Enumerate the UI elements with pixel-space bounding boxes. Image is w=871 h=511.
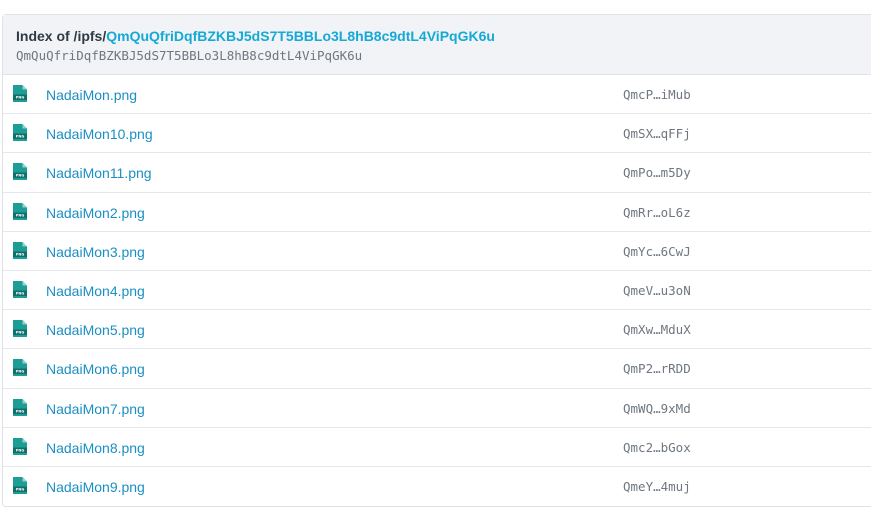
file-hash: QmeV…u3oN xyxy=(623,282,691,298)
root-cid: QmQuQfriDqfBZKBJ5dS7T5BBLo3L8hB8c9dtL4Vi… xyxy=(16,48,363,63)
png-file-icon[interactable]: PNG xyxy=(13,85,27,102)
file-name-link[interactable]: NadaiMon9.png xyxy=(46,478,145,496)
svg-text:PNG: PNG xyxy=(16,213,25,217)
png-file-icon[interactable]: PNG xyxy=(13,398,27,416)
index-title: Index of /ipfs/QmQuQfriDqfBZKBJ5dS7T5BBL… xyxy=(16,27,871,45)
file-list: PNG NadaiMon.png QmcP…iMub PNG NadaiMon10.pn… xyxy=(3,75,871,506)
png-file-icon[interactable]: PNG xyxy=(13,320,27,338)
png-file-icon[interactable]: PNG xyxy=(13,280,27,298)
file-hash: QmXw…MduX xyxy=(623,322,691,338)
file-name-link[interactable]: NadaiMon2.png xyxy=(46,204,145,222)
index-prefix: Index of /ipfs/ xyxy=(16,28,107,44)
listing-header: Index of /ipfs/QmQuQfriDqfBZKBJ5dS7T5BBL… xyxy=(3,15,871,75)
file-hash: QmWQ…9xMd xyxy=(623,400,691,416)
svg-text:PNG: PNG xyxy=(16,331,25,335)
file-row: PNG NadaiMon10.png QmSX…qFFj xyxy=(3,114,871,154)
file-hash: QmRr…oL6z xyxy=(623,204,691,220)
png-file-icon[interactable]: PNG xyxy=(13,476,27,494)
svg-text:PNG: PNG xyxy=(16,252,25,256)
png-file-icon[interactable]: PNG xyxy=(13,124,27,142)
file-name-link[interactable]: NadaiMon11.png xyxy=(46,164,152,182)
root-cid-link[interactable]: QmQuQfriDqfBZKBJ5dS7T5BBLo3L8hB8c9dtL4Vi… xyxy=(106,28,495,44)
file-row: PNG NadaiMon4.png QmeV…u3oN xyxy=(3,271,871,311)
png-file-icon[interactable]: PNG xyxy=(13,202,27,220)
file-row: PNG NadaiMon3.png QmYc…6CwJ xyxy=(3,232,871,271)
file-row: PNG NadaiMon.png QmcP…iMub xyxy=(3,75,871,115)
file-row: PNG NadaiMon11.png QmPo…m5Dy xyxy=(3,153,871,193)
png-file-icon[interactable]: PNG xyxy=(13,437,27,455)
file-name-link[interactable]: NadaiMon4.png xyxy=(46,282,145,300)
file-hash: QmYc…6CwJ xyxy=(623,243,691,259)
file-name-link[interactable]: NadaiMon.png xyxy=(46,86,137,104)
svg-text:PNG: PNG xyxy=(16,96,25,100)
file-name-link[interactable]: NadaiMon5.png xyxy=(46,321,145,339)
svg-text:PNG: PNG xyxy=(16,174,25,178)
file-hash: QmeY…4muj xyxy=(623,478,691,494)
png-file-icon[interactable]: PNG xyxy=(13,163,27,181)
svg-text:PNG: PNG xyxy=(16,370,25,374)
file-row: PNG NadaiMon8.png Qmc2…bGox xyxy=(3,428,871,467)
file-row: PNG NadaiMon7.png QmWQ…9xMd xyxy=(3,389,871,428)
file-hash: QmP2…rRDD xyxy=(623,361,691,377)
file-row: PNG NadaiMon9.png QmeY…4muj xyxy=(3,467,871,506)
file-name-link[interactable]: NadaiMon10.png xyxy=(46,125,153,143)
file-name-link[interactable]: NadaiMon3.png xyxy=(46,243,145,261)
svg-text:PNG: PNG xyxy=(16,448,25,452)
file-row: PNG NadaiMon6.png QmP2…rRDD xyxy=(3,349,871,389)
svg-text:PNG: PNG xyxy=(16,135,25,139)
file-name-link[interactable]: NadaiMon6.png xyxy=(46,360,145,378)
svg-text:PNG: PNG xyxy=(16,487,25,491)
png-file-icon[interactable]: PNG xyxy=(13,359,27,377)
file-row: PNG NadaiMon5.png QmXw…MduX xyxy=(3,310,871,350)
file-hash: QmPo…m5Dy xyxy=(623,165,691,181)
png-file-icon[interactable]: PNG xyxy=(13,241,27,259)
file-hash: QmcP…iMub xyxy=(623,87,691,102)
file-row: PNG NadaiMon2.png QmRr…oL6z xyxy=(3,193,871,232)
file-name-link[interactable]: NadaiMon8.png xyxy=(46,439,145,457)
svg-text:PNG: PNG xyxy=(16,409,25,413)
directory-listing: Index of /ipfs/QmQuQfriDqfBZKBJ5dS7T5BBL… xyxy=(2,14,871,508)
file-name-link[interactable]: NadaiMon7.png xyxy=(46,400,145,418)
svg-text:PNG: PNG xyxy=(16,292,25,296)
file-hash: QmSX…qFFj xyxy=(623,126,691,142)
file-hash: Qmc2…bGox xyxy=(623,439,691,455)
